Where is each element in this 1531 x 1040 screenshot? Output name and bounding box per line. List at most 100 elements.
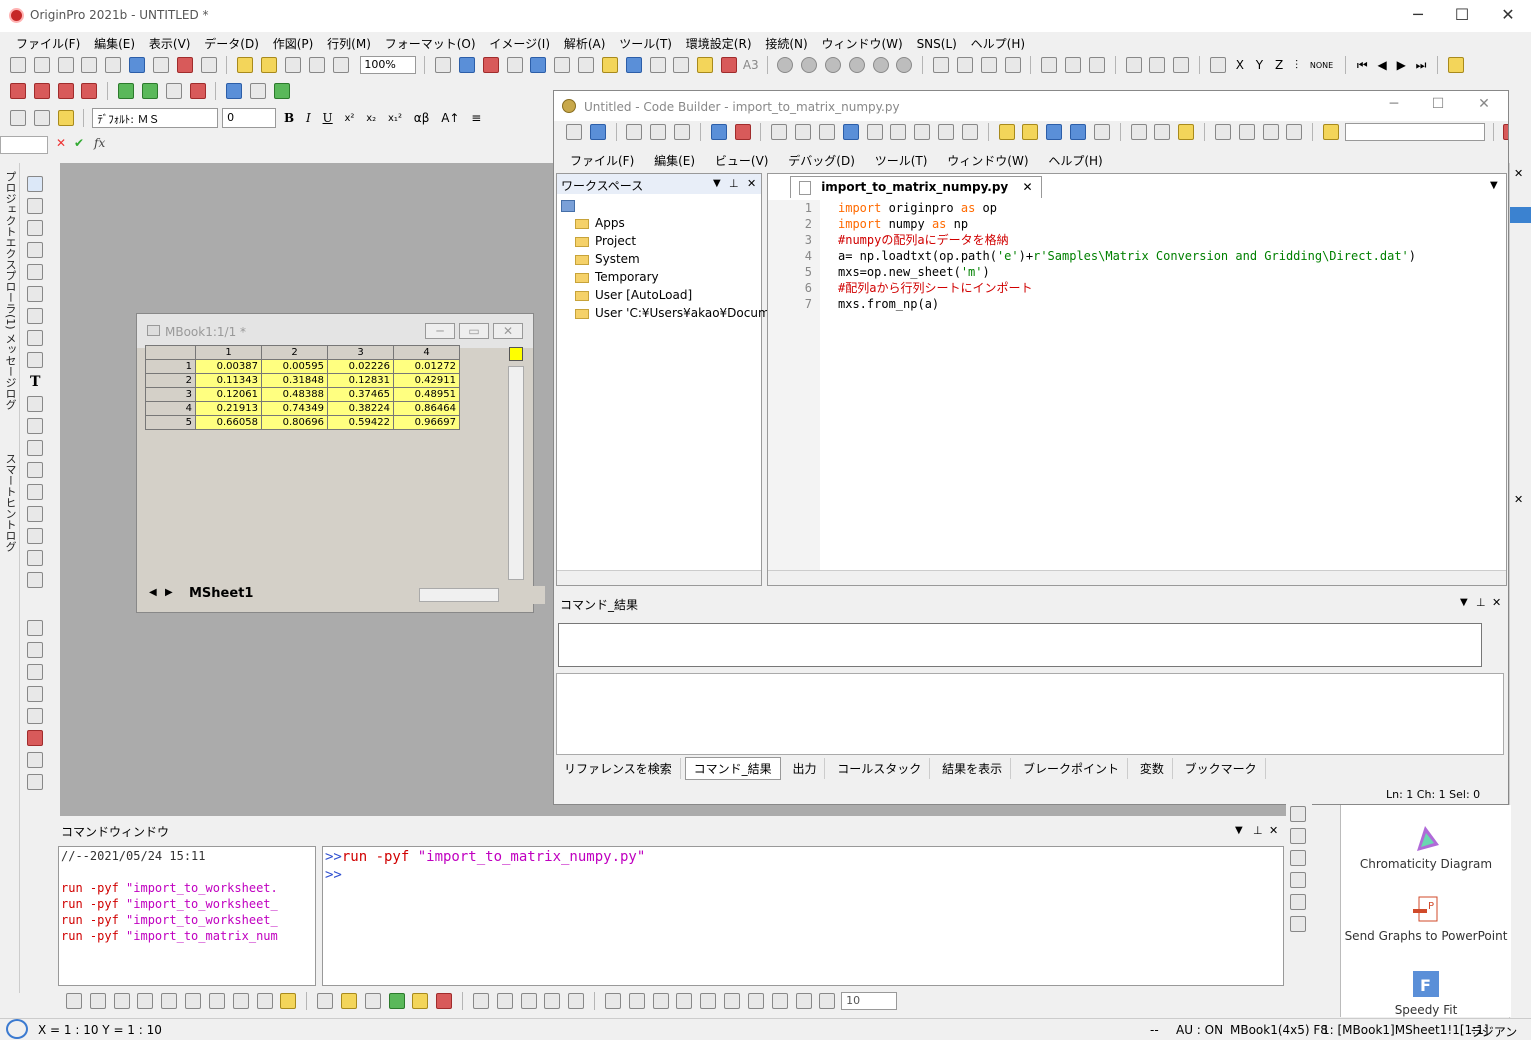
3d-wall-icon[interactable] — [544, 993, 561, 1009]
insert-table-icon[interactable] — [27, 528, 43, 544]
workspace-root-icon[interactable] — [561, 200, 575, 212]
line-symbol-plot-icon[interactable] — [113, 993, 130, 1009]
workspace-hscrollbar[interactable] — [557, 570, 761, 585]
shrink-icon[interactable] — [747, 993, 764, 1009]
copy-icon[interactable] — [33, 110, 50, 126]
screen-reader-icon[interactable] — [27, 286, 43, 302]
data-selector-icon[interactable] — [27, 352, 43, 368]
app-speedy-fit[interactable]: F Speedy Fit — [1341, 969, 1511, 1017]
layer-extract-icon[interactable] — [1290, 872, 1306, 888]
new-worksheet-icon[interactable] — [57, 57, 74, 73]
tab-show-results[interactable]: 結果を表示 — [934, 758, 1012, 779]
layer-icon[interactable] — [27, 572, 43, 588]
comment-icon[interactable] — [818, 124, 835, 140]
paste-icon[interactable] — [57, 110, 74, 126]
matrix-cell[interactable]: 0.00595 — [261, 359, 328, 374]
folder-tool-icon[interactable] — [27, 752, 43, 768]
y-designation-icon[interactable]: Y — [1256, 58, 1263, 72]
dock-close-icon[interactable]: ✕ — [1514, 167, 1523, 180]
mbook-minimize-button[interactable]: ─ — [425, 323, 455, 339]
cb-menu-view[interactable]: ビュー(V) — [707, 149, 777, 169]
tab-command-result[interactable]: コマンド_結果 — [684, 757, 781, 780]
new-graph-icon[interactable] — [81, 57, 98, 73]
cb-menu-file[interactable]: ファイル(F) — [554, 149, 642, 169]
3d-wire-icon[interactable] — [364, 993, 381, 1009]
menu-plot[interactable]: 作図(P) — [268, 32, 319, 52]
font-combo[interactable]: ﾃﾞﾌｫﾙﾄ: ＭＳ — [92, 108, 219, 128]
zoom-out-icon[interactable] — [27, 220, 43, 236]
status-angle-unit[interactable]: ラジアン — [1470, 1023, 1517, 1040]
fit-icon[interactable] — [819, 993, 836, 1009]
tab-output[interactable]: 出力 — [784, 758, 826, 779]
menu-format[interactable]: フォーマット(O) — [380, 32, 481, 52]
menu-analysis[interactable]: 解析(A) — [559, 32, 611, 52]
cb-minimize-button[interactable]: ─ — [1374, 93, 1414, 115]
list-icon[interactable] — [27, 620, 43, 636]
find-icon[interactable] — [601, 57, 618, 73]
line-width-combo[interactable]: 10 — [841, 992, 898, 1010]
tab-bookmarks[interactable]: ブックマーク — [1177, 758, 1266, 779]
color-icon[interactable] — [226, 83, 243, 99]
layer-add-icon[interactable] — [1290, 806, 1306, 822]
print-icon[interactable] — [435, 57, 452, 73]
matrix-cell[interactable]: 0.37465 — [327, 387, 394, 402]
bookmark-next-icon[interactable] — [890, 124, 907, 140]
contour-icon[interactable] — [388, 993, 405, 1009]
row-header[interactable]: 2 — [145, 373, 196, 388]
menu-help[interactable]: ヘルプ(H) — [966, 32, 1030, 52]
add-row-icon[interactable] — [57, 83, 74, 99]
menu-view[interactable]: 表示(V) — [144, 32, 196, 52]
prev-icon[interactable]: ◀ — [1378, 58, 1387, 72]
sheet-add-icon[interactable] — [141, 83, 158, 99]
zoom-in-icon[interactable] — [27, 198, 43, 214]
align-button[interactable]: ≡ — [471, 111, 481, 125]
column-plot-icon[interactable] — [137, 993, 154, 1009]
move-icon[interactable] — [27, 550, 43, 566]
data-reader-icon[interactable] — [27, 242, 43, 258]
cb-menu-window[interactable]: ウィンドウ(W) — [939, 149, 1036, 169]
open-template-icon[interactable] — [261, 57, 278, 73]
underline-button[interactable]: U — [323, 111, 333, 125]
layer-align-icon[interactable] — [1290, 894, 1306, 910]
grid-icon[interactable] — [649, 57, 666, 73]
z-designation-icon[interactable]: Z — [1275, 58, 1283, 72]
rectangle-tool-icon[interactable] — [27, 462, 43, 478]
cb-new-file-icon[interactable] — [998, 124, 1015, 140]
build-icon[interactable] — [710, 124, 727, 140]
code-builder-titlebar[interactable]: Untitled - Code Builder - import_to_matr… — [554, 91, 1508, 121]
menu-edit[interactable]: 編集(E) — [89, 32, 140, 52]
image-icon[interactable] — [436, 993, 453, 1009]
column-header[interactable]: 4 — [393, 345, 460, 360]
convert-icon[interactable] — [273, 83, 290, 99]
3d-surface-icon[interactable] — [317, 993, 334, 1009]
reset-icon[interactable] — [771, 993, 788, 1009]
image-plot-icon[interactable] — [161, 993, 178, 1009]
draw-data-icon[interactable] — [27, 330, 43, 346]
sigma-icon[interactable] — [956, 57, 973, 73]
row-header[interactable]: 1 — [145, 359, 196, 374]
command-result-output[interactable] — [556, 673, 1504, 755]
layer-resize-icon[interactable] — [1290, 916, 1306, 932]
function-combo[interactable] — [1344, 123, 1485, 141]
zoom-combo[interactable]: 100% — [360, 56, 417, 74]
matrix-object-icon[interactable] — [509, 347, 523, 361]
pointer-icon[interactable] — [27, 176, 43, 192]
error-designation-icon[interactable]: ⫶ — [1295, 58, 1298, 72]
matrix-cell[interactable]: 0.12831 — [327, 373, 394, 388]
sheet-props-icon[interactable] — [189, 83, 206, 99]
x-designation-icon[interactable]: X — [1236, 58, 1244, 72]
data-display-icon[interactable] — [625, 57, 642, 73]
add-new-columns-icon[interactable] — [10, 83, 26, 99]
column-header[interactable]: 2 — [261, 345, 328, 360]
cell-reference-box[interactable] — [0, 136, 48, 154]
add-column-icon[interactable] — [721, 57, 738, 73]
matrix-cell[interactable]: 0.86464 — [393, 401, 460, 416]
cb-save-icon[interactable] — [1046, 124, 1063, 140]
perspective-icon[interactable] — [700, 993, 717, 1009]
greek-button[interactable]: αβ — [414, 111, 430, 125]
cb-save-all-icon[interactable] — [1070, 124, 1087, 140]
new-workbook-icon[interactable] — [33, 57, 50, 73]
cmdwin-close-icon[interactable]: ✕ — [1269, 824, 1278, 837]
region-icon[interactable] — [27, 264, 43, 280]
sum-icon[interactable] — [933, 57, 950, 73]
